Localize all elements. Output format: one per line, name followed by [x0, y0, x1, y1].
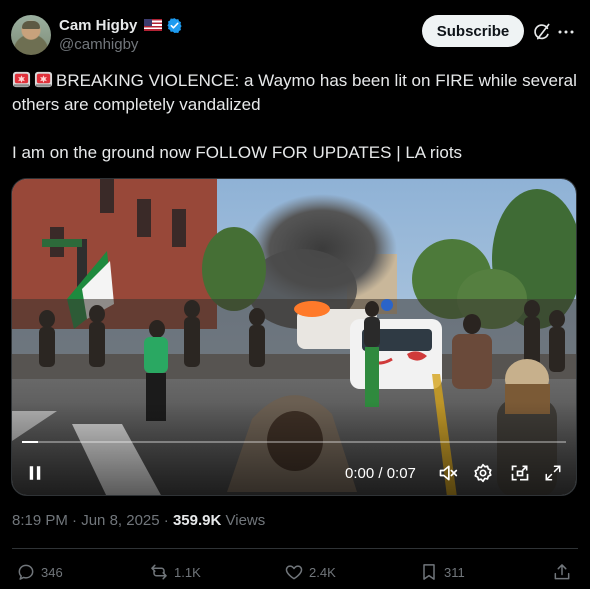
author-name-row: Cam Higby	[59, 15, 183, 35]
meta-separator: ·	[67, 512, 82, 529]
video-controls: 0:00 / 0:07	[12, 179, 576, 495]
mute-icon[interactable]	[437, 463, 459, 483]
tweet-meta: 8:19 PM · Jun 8, 2025 · 359.9K Views	[12, 512, 265, 529]
meta-separator: ·	[159, 512, 173, 529]
video-progress-fill	[22, 441, 39, 443]
fullscreen-icon[interactable]	[544, 464, 562, 482]
heart-icon	[285, 565, 303, 580]
avatar[interactable]	[11, 15, 51, 55]
repost-icon	[151, 564, 167, 580]
grok-icon[interactable]	[532, 22, 552, 42]
author-name[interactable]: Cam Higby	[59, 17, 137, 34]
settings-icon[interactable]	[473, 463, 493, 483]
bookmark-icon	[423, 564, 435, 580]
views-label: Views	[225, 512, 266, 529]
verified-badge-icon	[167, 17, 182, 33]
divider	[12, 548, 578, 549]
tweet-paragraph-2: I am on the ground now FOLLOW FOR UPDATE…	[12, 141, 578, 165]
video-timecode: 0:00 / 0:07	[345, 465, 416, 482]
tweet-date[interactable]: Jun 8, 2025	[81, 512, 159, 529]
repost-count: 1.1K	[174, 564, 201, 580]
tweet-time[interactable]: 8:19 PM	[12, 512, 68, 529]
more-icon[interactable]	[557, 22, 575, 42]
like-button[interactable]: 2.4K	[284, 561, 336, 583]
bookmark-count: 311	[444, 564, 465, 580]
repost-button[interactable]: 1.1K	[149, 561, 201, 583]
subscribe-button[interactable]: Subscribe	[422, 15, 524, 47]
tweet-text: BREAKING VIOLENCE: a Waymo has been lit …	[12, 69, 578, 165]
us-flag-icon	[144, 19, 163, 31]
siren-icon	[12, 71, 31, 88]
share-button[interactable]	[552, 561, 572, 583]
reply-count: 346	[41, 564, 63, 580]
reply-button[interactable]: 346	[16, 561, 63, 583]
tweet-line-1: BREAKING VIOLENCE: a Waymo has been lit …	[12, 71, 577, 114]
pause-icon[interactable]	[26, 464, 44, 482]
views-count: 359.9K	[172, 512, 222, 529]
author-handle[interactable]: @camhigby	[59, 36, 138, 53]
tweet-line-2: I am on the ground now FOLLOW FOR UPDATE…	[12, 143, 463, 162]
bookmark-button[interactable]: 311	[419, 561, 465, 583]
video-player[interactable]: 0:00 / 0:07	[11, 178, 577, 496]
video-progress-bar[interactable]	[22, 441, 566, 443]
share-icon	[554, 564, 570, 580]
pip-icon[interactable]	[509, 463, 531, 483]
tweet-paragraph-1: BREAKING VIOLENCE: a Waymo has been lit …	[12, 69, 578, 117]
tweet-header: Cam Higby @camhigby Subscribe	[11, 14, 579, 58]
reply-icon	[18, 564, 34, 580]
siren-icon	[34, 71, 53, 88]
like-count: 2.4K	[309, 564, 336, 580]
